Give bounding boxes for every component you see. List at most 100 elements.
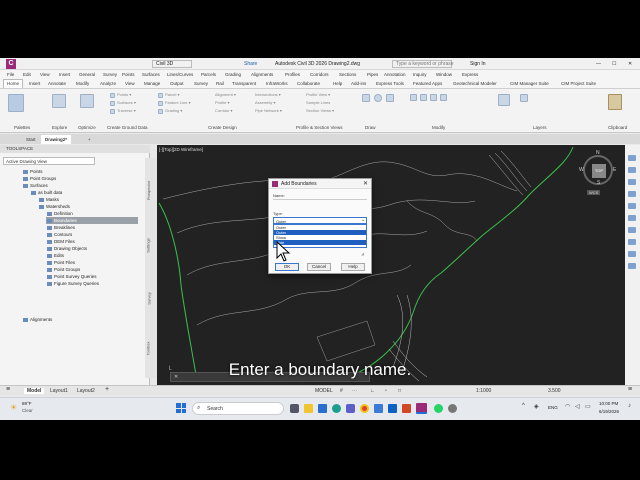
- navcube-top-face[interactable]: TOP: [592, 164, 606, 178]
- tab-collaborate[interactable]: Collaborate: [297, 79, 320, 88]
- tab-express-tools[interactable]: Express Tools: [376, 79, 404, 88]
- tab-analyze[interactable]: Analyze: [100, 79, 116, 88]
- model-space-toggle[interactable]: MODEL: [315, 388, 333, 394]
- start-tab[interactable]: Start: [22, 135, 40, 144]
- ribbon-points-label[interactable]: Points ▾: [117, 92, 131, 98]
- start-button[interactable]: [176, 403, 186, 413]
- tab-rail[interactable]: Rail: [216, 79, 224, 88]
- clock-time[interactable]: 10:00 PM: [599, 401, 618, 406]
- draw-line-icon[interactable]: [362, 94, 370, 102]
- menu-lines-curves[interactable]: Lines/Curves: [167, 70, 193, 79]
- menu-points[interactable]: Points: [122, 70, 135, 79]
- compass-east[interactable]: E: [613, 167, 616, 173]
- tab-cim-manager-suite[interactable]: CIM Manager Suite: [510, 79, 549, 88]
- pan-tool-icon[interactable]: [628, 155, 636, 161]
- ribbon-intersections-label[interactable]: Intersections ▾: [255, 92, 281, 98]
- annotation-scale[interactable]: 1:1000: [476, 388, 491, 394]
- task-view-icon[interactable]: [290, 404, 299, 413]
- list-tool-icon[interactable]: [628, 263, 636, 269]
- explore-icon[interactable]: [52, 94, 66, 108]
- toolspace-view-dropdown[interactable]: Active Drawing View: [3, 157, 95, 165]
- tab-transparent[interactable]: Transparent: [232, 79, 256, 88]
- tab-modify[interactable]: Modify: [76, 79, 89, 88]
- ok-button[interactable]: OK: [275, 263, 299, 271]
- tree-surfaces[interactable]: Surfaces: [30, 182, 48, 189]
- menu-file[interactable]: File: [7, 70, 14, 79]
- feature-line-icon[interactable]: [158, 93, 163, 98]
- wcs-menu[interactable]: WCS: [587, 190, 601, 195]
- measure-tool-icon[interactable]: [628, 251, 636, 257]
- tree-contours[interactable]: Contours: [54, 231, 72, 238]
- tab-geotechnical-modeler[interactable]: Geotechnical Modeler: [453, 79, 497, 88]
- compass-south[interactable]: S: [597, 180, 600, 186]
- sign-in-button[interactable]: Sign In: [470, 59, 486, 69]
- layout2-tab[interactable]: Layout2: [77, 388, 95, 394]
- layer-properties-icon[interactable]: [498, 94, 510, 106]
- file-explorer-icon[interactable]: [304, 404, 313, 413]
- panel-modify[interactable]: Modify: [432, 125, 445, 130]
- minimize-icon[interactable]: —: [596, 59, 601, 69]
- weather-icon[interactable]: ☀: [10, 403, 17, 412]
- tab-manage[interactable]: Manage: [144, 79, 160, 88]
- help-button[interactable]: Help: [341, 263, 365, 271]
- navcube[interactable]: N S W E TOP: [579, 150, 616, 186]
- type-dropdown[interactable]: Outer ⌄: [273, 217, 367, 224]
- ribbon-grading-label[interactable]: Grading ▾: [165, 108, 182, 114]
- orbit-tool-icon[interactable]: [628, 179, 636, 185]
- showmotion-tool-icon[interactable]: [628, 191, 636, 197]
- polar-icon[interactable]: ◔: [384, 388, 387, 394]
- tab-featured-apps[interactable]: Featured Apps: [413, 79, 442, 88]
- compass-north[interactable]: N: [596, 150, 600, 156]
- toolspace-icon[interactable]: [8, 94, 24, 112]
- resize-grip-icon[interactable]: ◢: [361, 251, 364, 256]
- menu-window[interactable]: Window: [436, 70, 452, 79]
- tree-as-built-data[interactable]: as built data: [38, 189, 62, 196]
- new-layout-plus-icon[interactable]: +: [105, 386, 109, 393]
- edge-icon[interactable]: [332, 404, 341, 413]
- osnap-icon[interactable]: □: [398, 388, 401, 394]
- clock-date[interactable]: 6/19/2026: [599, 409, 619, 414]
- tree-alignments[interactable]: Alignments: [30, 316, 52, 323]
- survey-tab[interactable]: Survey: [147, 292, 152, 304]
- weather-temp[interactable]: 89°F: [22, 401, 32, 406]
- app-logo-icon[interactable]: C: [6, 59, 16, 69]
- menu-alignments[interactable]: Alignments: [251, 70, 273, 79]
- battery-icon[interactable]: ▭: [585, 403, 591, 410]
- tab-add-ins[interactable]: Add-ins: [351, 79, 366, 88]
- teams-icon[interactable]: [346, 404, 355, 413]
- tree-edits[interactable]: Edits: [54, 252, 64, 259]
- tree-watersheds[interactable]: Watersheds: [46, 203, 70, 210]
- grading-icon[interactable]: [158, 101, 163, 106]
- close-icon[interactable]: ✕: [628, 59, 632, 69]
- tab-home[interactable]: Home: [3, 79, 24, 88]
- menu-survey[interactable]: Survey: [103, 70, 117, 79]
- ribbon-sample-lines-label[interactable]: Sample Lines: [306, 100, 330, 106]
- menu-profiles[interactable]: Profiles: [285, 70, 300, 79]
- ribbon-assembly-label[interactable]: Assembly ▾: [255, 100, 275, 106]
- menu-inquiry[interactable]: Inquiry: [413, 70, 427, 79]
- tab-view[interactable]: View: [125, 79, 135, 88]
- chrome-icon[interactable]: [360, 404, 369, 413]
- copy-icon[interactable]: [430, 94, 437, 101]
- powerpoint-icon[interactable]: [402, 404, 411, 413]
- grid-icon[interactable]: #: [340, 388, 343, 394]
- surfaces-tool-icon[interactable]: [110, 101, 115, 106]
- tree-point-groups[interactable]: Point Groups: [30, 175, 56, 182]
- tab-output[interactable]: Output: [170, 79, 184, 88]
- properties-tool-icon[interactable]: [628, 215, 636, 221]
- layer-state-icon[interactable]: [520, 94, 528, 102]
- ribbon-pipe-network-label[interactable]: Pipe Network ▾: [255, 108, 282, 114]
- dialog-close-icon[interactable]: ✕: [363, 180, 368, 187]
- tree-drawing-objects[interactable]: Drawing Objects: [54, 245, 87, 252]
- name-input[interactable]: [273, 199, 367, 200]
- tree-boundaries[interactable]: Boundaries: [54, 217, 77, 224]
- optimize-icon[interactable]: [80, 94, 94, 108]
- panel-layers[interactable]: Layers: [533, 125, 547, 130]
- menu-general[interactable]: General: [79, 70, 95, 79]
- menu-grading[interactable]: Grading: [225, 70, 241, 79]
- points-tool-icon[interactable]: [110, 93, 115, 98]
- ribbon-traverse-label[interactable]: Traverse ▾: [117, 108, 136, 114]
- new-tab-plus-icon[interactable]: +: [84, 135, 95, 144]
- tab-survey[interactable]: Survey: [194, 79, 208, 88]
- ribbon-surfaces-label[interactable]: Surfaces ▾: [117, 100, 136, 106]
